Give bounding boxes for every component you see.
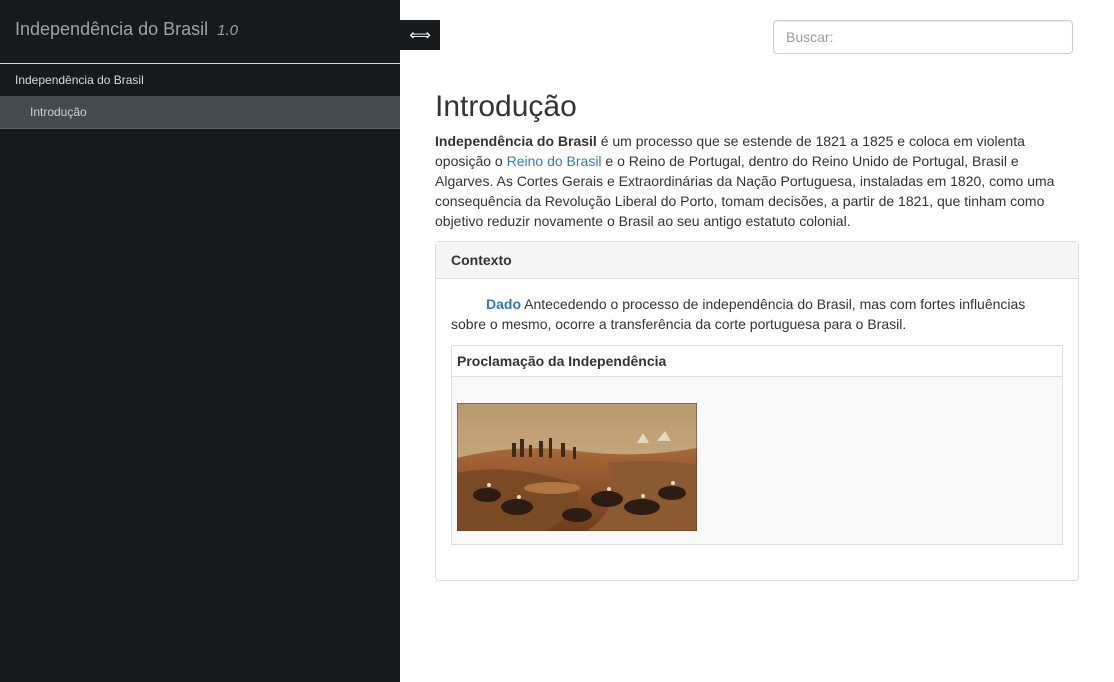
panel-heading: Contexto [436, 242, 1078, 279]
fact-label: Dado [486, 296, 521, 312]
figure-box: Proclamação da Independência [451, 345, 1063, 545]
reino-do-brasil-link[interactable]: Reino do Brasil [507, 153, 602, 169]
sidebar-item-book[interactable]: Independência do Brasil [0, 64, 400, 96]
book-version: 1.0 [217, 22, 239, 39]
book-title[interactable]: Independência do Brasil [15, 19, 208, 39]
fact-paragraph: Dado Antecedendo o processo de independê… [451, 294, 1063, 334]
context-panel: Contexto Dado Antecedendo o processo de … [435, 241, 1079, 581]
sidebar-toggle-button[interactable]: ⟺ [400, 20, 440, 50]
figure-heading: Proclamação da Independência [452, 346, 1062, 377]
resize-arrows-icon: ⟺ [409, 27, 431, 44]
fact-text: Antecedendo o processo de independência … [451, 296, 1026, 332]
painting-image[interactable] [457, 403, 697, 531]
panel-body: Dado Antecedendo o processo de independê… [436, 279, 1078, 560]
intro-lead: Independência do Brasil [435, 133, 597, 149]
page-title: Introdução [435, 90, 577, 123]
intro-paragraph: Independência do Brasil é um processo qu… [435, 131, 1079, 231]
search-input[interactable] [773, 20, 1073, 54]
sidebar-header: Independência do Brasil 1.0 [0, 0, 400, 64]
sidebar-item-introducao[interactable]: Introdução [0, 96, 400, 129]
sidebar: Independência do Brasil 1.0 Independênci… [0, 0, 400, 682]
main-content: Introdução Independência do Brasil é um … [435, 86, 1079, 581]
